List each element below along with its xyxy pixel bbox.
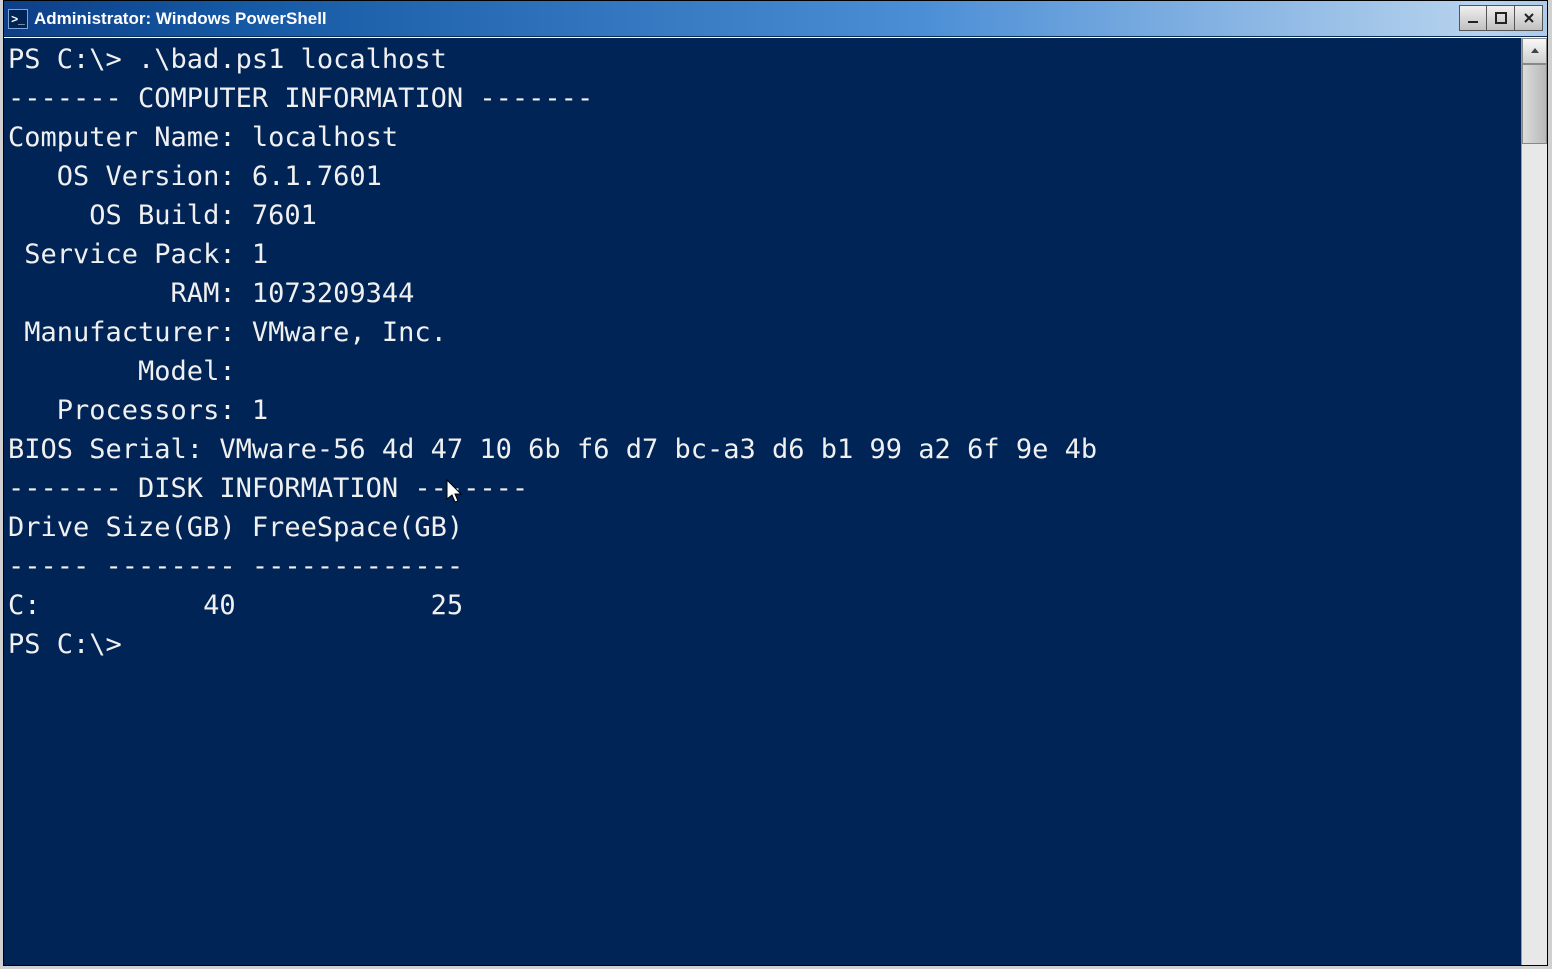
console-line: ------- COMPUTER INFORMATION ------- (8, 79, 1517, 118)
console-line: OS Version: 6.1.7601 (8, 157, 1517, 196)
console-body-wrap: PS C:\> .\bad.ps1 localhost ------- COMP… (4, 37, 1547, 965)
powershell-icon: >_ (8, 9, 28, 29)
window-controls (1459, 5, 1543, 31)
powershell-window: >_ Administrator: Windows PowerShell PS … (3, 0, 1548, 966)
console-line: Drive Size(GB) FreeSpace(GB) (8, 508, 1517, 547)
console-line: C: 40 25 (8, 586, 1517, 625)
console-line: Computer Name: localhost (8, 118, 1517, 157)
console-line: ----- -------- ------------- (8, 547, 1517, 586)
scroll-thumb[interactable] (1522, 64, 1547, 144)
console-line: RAM: 1073209344 (8, 274, 1517, 313)
console-line: PS C:\> .\bad.ps1 localhost (8, 40, 1517, 79)
scroll-up-button[interactable] (1522, 38, 1547, 64)
console-line: PS C:\> (8, 625, 1517, 664)
window-title: Administrator: Windows PowerShell (34, 9, 327, 29)
maximize-button[interactable] (1487, 5, 1515, 31)
console-line: Manufacturer: VMware, Inc. (8, 313, 1517, 352)
console-line: Model: (8, 352, 1517, 391)
console-line: Processors: 1 (8, 391, 1517, 430)
console-line: BIOS Serial: VMware-56 4d 47 10 6b f6 d7… (8, 430, 1517, 469)
minimize-button[interactable] (1459, 5, 1487, 31)
console-line: Service Pack: 1 (8, 235, 1517, 274)
titlebar[interactable]: >_ Administrator: Windows PowerShell (4, 1, 1547, 37)
console-area[interactable]: PS C:\> .\bad.ps1 localhost ------- COMP… (4, 38, 1521, 965)
console-line: OS Build: 7601 (8, 196, 1517, 235)
vertical-scrollbar[interactable] (1521, 38, 1547, 965)
console-line: ------- DISK INFORMATION ------- (8, 469, 1517, 508)
close-button[interactable] (1515, 5, 1543, 31)
scroll-track[interactable] (1522, 144, 1547, 965)
